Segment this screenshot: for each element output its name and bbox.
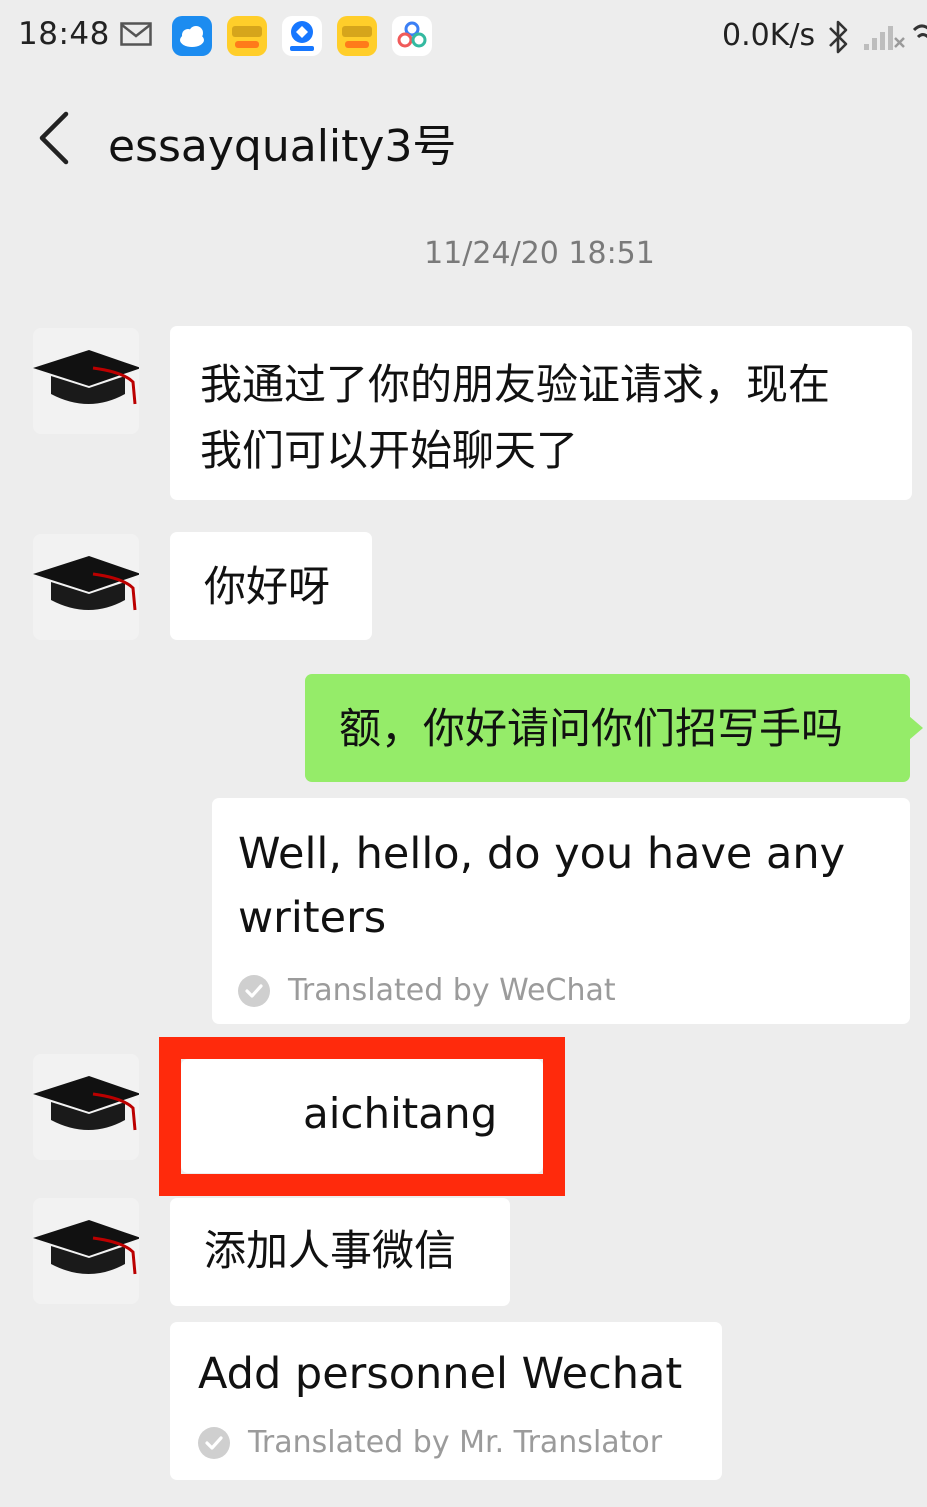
message-text: 我们可以开始聊天了 [200, 426, 579, 475]
graduation-cap-icon [33, 1076, 139, 1131]
mail-icon [120, 22, 152, 46]
message-bubble-sent[interactable]: 额，你好请问你们招写手吗 [305, 674, 923, 782]
cloud-app-icon [172, 16, 212, 56]
translation-source-label: Translated by Mr. Translator [248, 1425, 663, 1460]
message-bubble-received[interactable]: 我通过了你的朋友验证请求，现在 我们可以开始聊天了 [170, 326, 912, 500]
avatar[interactable] [33, 534, 139, 640]
highlight-box [159, 1037, 565, 1196]
message-text: 你好呀 [204, 562, 331, 611]
avatar[interactable] [33, 1054, 139, 1160]
translation-source: Translated by WeChat [238, 958, 884, 1024]
graduation-cap-icon [33, 1220, 139, 1275]
translation-text: writers [238, 893, 387, 943]
check-icon [198, 1427, 230, 1459]
translation-text: Well, hello, do you have any [238, 829, 846, 879]
chevron-left-icon[interactable] [28, 108, 80, 168]
message-text: 添加人事微信 [204, 1226, 457, 1275]
status-time: 18:48 [18, 16, 110, 52]
shop-app-icon [337, 16, 377, 56]
message-text: 额，你好请问你们招写手吗 [339, 704, 844, 753]
message-timestamp: 11/24/20 18:51 [424, 236, 655, 271]
wifi-icon [912, 24, 927, 39]
translation-source: Translated by Mr. Translator [198, 1410, 694, 1476]
chat-header: essayquality3号 [0, 76, 927, 200]
network-speed: 0.0K/s [722, 18, 816, 53]
graduation-cap-icon [33, 350, 139, 405]
translation-bubble[interactable]: Add personnel Wechat Translated by Mr. T… [170, 1322, 722, 1480]
avatar[interactable] [33, 1198, 139, 1304]
signal-icon [864, 26, 905, 50]
bluetooth-icon [829, 20, 848, 54]
graduation-cap-icon [33, 556, 139, 611]
message-bubble-received[interactable]: 你好呀 [170, 532, 372, 640]
flower-app-icon [392, 16, 432, 56]
message-text: 我通过了你的朋友验证请求，现在 [200, 360, 831, 409]
message-bubble-received[interactable]: 添加人事微信 [170, 1198, 510, 1306]
translation-text: Add personnel Wechat [198, 1349, 683, 1399]
translation-bubble[interactable]: Well, hello, do you have any writers Tra… [212, 798, 910, 1024]
pay-app-icon [282, 16, 322, 56]
translation-source-label: Translated by WeChat [288, 973, 616, 1008]
status-bar: 18:48 0.0K/s [0, 0, 927, 76]
avatar[interactable] [33, 328, 139, 434]
page-title: essayquality3号 [108, 121, 457, 172]
shop-app-icon [227, 16, 267, 56]
check-icon [238, 975, 270, 1007]
